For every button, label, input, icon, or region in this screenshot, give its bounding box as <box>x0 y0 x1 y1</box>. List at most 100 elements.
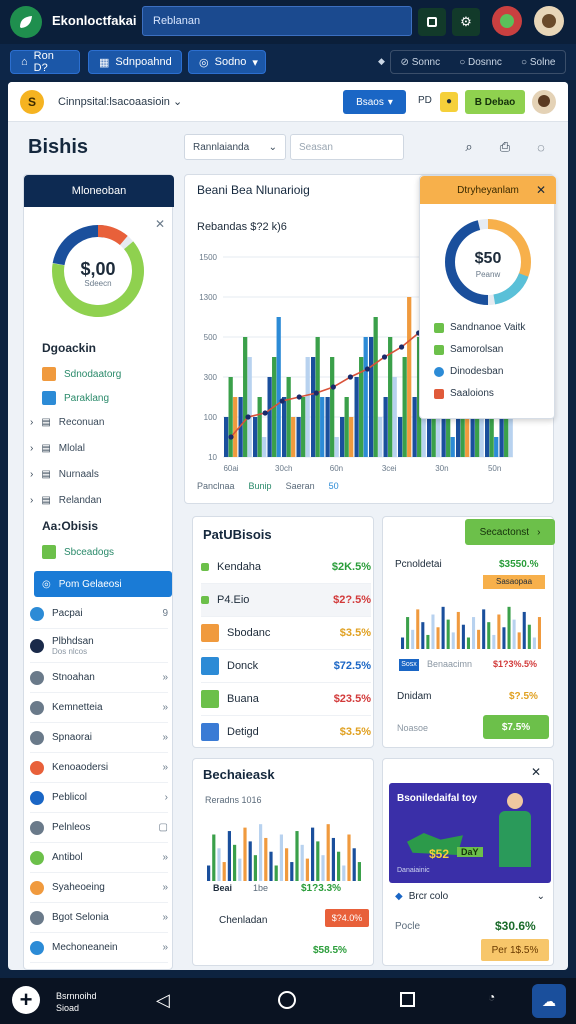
export-icon[interactable]: ⎙ <box>494 136 516 158</box>
trend-point <box>313 390 319 396</box>
sidebar-row[interactable]: Antibol » <box>30 843 168 873</box>
primary-dropdown-button[interactable]: Bsaos ▾ <box>343 90 406 114</box>
bar <box>499 417 504 457</box>
popup-item-2-label: Samorolsan <box>450 344 504 355</box>
filter-option-2[interactable]: ○ Dosnnc <box>459 57 502 68</box>
close-icon[interactable]: ✕ <box>531 765 541 779</box>
sidebar-row[interactable]: Spnaorai » <box>30 723 168 753</box>
home-icon: ⌂ <box>21 56 28 68</box>
app-launcher-button[interactable]: ☁ <box>532 984 566 1018</box>
add-button[interactable]: + <box>12 986 40 1014</box>
stats-row3-button[interactable]: $7.5% <box>483 715 549 739</box>
app-logo[interactable] <box>10 6 42 38</box>
bar <box>450 437 455 457</box>
mini-bar <box>446 619 450 649</box>
sidebar-item-3[interactable]: › ▤ Reconuan <box>30 411 168 433</box>
chevron-right-icon: › <box>30 468 34 480</box>
breakdown-popup: Dtryheyanlam ✕ $50 Peanw Sandnanoe Vaitk… <box>419 175 556 419</box>
legend-item-3[interactable]: Saeran <box>286 481 315 491</box>
settings-button[interactable]: ⚙ <box>452 8 480 36</box>
sidebar-row[interactable]: Pacpai 9 <box>30 599 168 629</box>
sidebar-item-4[interactable]: › ▤ Mlolal <box>30 437 168 459</box>
notification-button[interactable]: ● <box>440 92 458 112</box>
profits-title: PatUBisois <box>203 527 272 542</box>
profit-row[interactable]: Kendaha $2K.5% <box>201 551 371 584</box>
popup-item-3[interactable]: Dinodesban <box>434 366 503 377</box>
search-input[interactable]: Seasan <box>290 134 404 160</box>
sidebar-item-6[interactable]: › ▤ Relandan <box>30 489 168 511</box>
home-button[interactable] <box>278 991 296 1009</box>
popup-item-1[interactable]: Sandnanoe Vaitk <box>434 322 525 333</box>
sidebar-item-1[interactable]: Sdnodaatorg <box>42 363 180 385</box>
sidebar-row[interactable]: Plbhdsan Dos nlcos <box>30 629 168 663</box>
sidebar-row[interactable]: Bgot Selonia » <box>30 903 168 933</box>
filter-option-3[interactable]: ○ Solne <box>521 57 555 68</box>
deploy-button[interactable]: B Debao <box>465 90 525 114</box>
sidebar-row[interactable]: Syaheoeing » <box>30 873 168 903</box>
home-pill[interactable]: ⌂ Ron D? <box>10 50 80 74</box>
stats-tag-text: Benaacimn <box>427 659 473 669</box>
popup-item-4[interactable]: Saaloions <box>434 388 494 399</box>
bar <box>233 397 238 457</box>
legend-item-1[interactable]: Panclnaa <box>197 481 235 491</box>
sidebar-row[interactable]: Pelnleos ▢ <box>30 813 168 843</box>
app-window: S Cinnpsital:lsacoaasioin ⌄ Bsaos ▾ PD ● … <box>8 82 568 970</box>
profit-row[interactable]: Donck $72.5% <box>201 650 371 683</box>
popup-item-2[interactable]: Samorolsan <box>434 344 503 355</box>
profit-row[interactable]: Buana $23.5% <box>201 683 371 716</box>
workspace-selector[interactable]: Cinnpsital:lsacoaasioin ⌄ <box>58 95 182 108</box>
main-chart-subtitle: Rebandas $?2 k)6 <box>197 221 287 233</box>
back-button[interactable]: ◁ <box>156 990 170 1011</box>
sidebar-item-7[interactable]: Sbceadogs <box>42 541 180 563</box>
stop-button[interactable] <box>418 8 446 36</box>
mini-bar <box>527 624 531 649</box>
sidebar-active-item[interactable]: ◎ Pom Gelaeosi <box>34 571 172 597</box>
sidebar-row[interactable]: Mechoneanein » <box>30 933 168 963</box>
close-icon[interactable]: ✕ <box>536 183 546 197</box>
global-search-input[interactable]: Reblanan <box>142 6 412 36</box>
x-tick-label: 60n <box>330 464 343 473</box>
recents-button[interactable] <box>400 992 415 1007</box>
legend-item-4[interactable]: 50 <box>329 481 339 491</box>
chevron-down-icon: ⌄ <box>536 891 545 902</box>
profit-row[interactable]: Detigd $3.5% <box>201 716 371 749</box>
promo-select[interactable]: ◆ Brcr colo ⌄ <box>395 891 545 902</box>
profit-row[interactable]: Sbodanc $3.5% <box>201 617 371 650</box>
sidebar: Mloneoban ✕ $,00 Sdeecn Dgoackin Sdnodaa… <box>23 174 174 970</box>
sidebar-item-2[interactable]: Paraklang <box>42 387 180 409</box>
dashboard-pill[interactable]: ▦ Sdnpoahnd <box>88 50 182 74</box>
promo-banner[interactable]: Bsoniledaifal toy $52 DaY Danaiainic <box>389 783 551 883</box>
sidebar-row-label: Syaheoeing <box>52 882 105 893</box>
mini-bar <box>451 632 455 649</box>
user-avatar-1[interactable] <box>492 6 522 36</box>
promo-button[interactable]: Per 1$.5% <box>481 939 549 961</box>
sidebar-row-text: Plbhdsan Dos nlcos <box>52 636 94 656</box>
breakdown-label-2: 1be <box>253 883 269 893</box>
row-icon <box>30 730 44 745</box>
sidebar-item-5[interactable]: › ▤ Nurnaals <box>30 463 168 485</box>
sidebar-row-label: Plbhdsan <box>52 635 94 647</box>
header-avatar[interactable] <box>532 90 556 114</box>
stats-badge: Sasaopaa <box>483 575 545 589</box>
mini-bar <box>431 614 435 649</box>
business-logo[interactable]: S <box>20 90 44 114</box>
bar <box>330 357 335 457</box>
search-icon[interactable]: ⌕ <box>458 136 480 158</box>
filter-option-3-label: Solne <box>529 56 556 68</box>
scope-dropdown[interactable]: ◎ Sodno ▾ <box>188 50 266 74</box>
row-icon <box>201 690 219 708</box>
filter-option-1[interactable]: ⊘ Sonnc <box>401 57 441 68</box>
stats-action-button[interactable]: Secactonst › <box>465 519 555 545</box>
legend-item-2[interactable]: Bunip <box>249 481 272 491</box>
sidebar-row[interactable]: Kemnetteia » <box>30 693 168 723</box>
profit-row[interactable]: P4.Eio $2?.5% <box>201 584 371 617</box>
sidebar-active-label: Pom Gelaeosi <box>58 578 122 590</box>
help-icon[interactable]: ◌ <box>530 136 552 158</box>
user-avatar-2[interactable] <box>534 6 564 36</box>
close-icon[interactable]: ✕ <box>155 217 165 231</box>
filter-select[interactable]: Rannlaianda ⌄ <box>184 134 286 160</box>
sidebar-row[interactable]: Kenoaodersi » <box>30 753 168 783</box>
sidebar-row[interactable]: Stnoahan » <box>30 663 168 693</box>
stats-card: Secactonst › Pcnoldetai $3550.% Sasaopaa … <box>382 516 555 748</box>
sidebar-row[interactable]: Peblicol › <box>30 783 168 813</box>
